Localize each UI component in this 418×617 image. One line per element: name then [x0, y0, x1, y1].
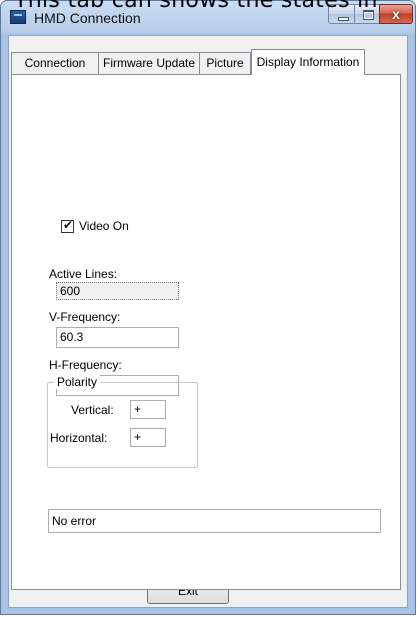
tab-firmware-update[interactable]: Firmware Update: [98, 52, 200, 74]
polarity-title: Polarity: [54, 375, 101, 389]
display-information-panel: Video On Active Lines: 600 V-Frequency: …: [11, 74, 401, 590]
v-frequency-field[interactable]: 60.3: [56, 327, 179, 348]
h-frequency-label: H-Frequency:: [49, 358, 122, 372]
active-lines-field: 600: [56, 282, 179, 300]
v-frequency-label: V-Frequency:: [49, 310, 121, 324]
video-on-label[interactable]: Video On: [79, 219, 129, 233]
tab-display-information[interactable]: Display Information: [251, 49, 365, 75]
status-field: No error: [48, 509, 381, 533]
vertical-polarity-field[interactable]: +: [130, 400, 166, 419]
tab-connection[interactable]: Connection: [11, 52, 99, 74]
app-window: HMD Connection x Connection Firmware Upd…: [0, 0, 416, 615]
active-lines-label: Active Lines:: [49, 267, 118, 281]
horizontal-label: Horizontal:: [50, 431, 108, 445]
horizontal-polarity-field[interactable]: +: [130, 428, 166, 447]
vertical-label: Vertical:: [71, 403, 114, 417]
caption-text: This tab can shows the states in: [14, 0, 378, 13]
video-on-checkbox[interactable]: [61, 218, 74, 233]
dialog-body: Connection Firmware Update Picture Displ…: [8, 35, 408, 608]
polarity-groupbox: [47, 382, 198, 468]
tab-picture[interactable]: Picture: [199, 52, 251, 74]
